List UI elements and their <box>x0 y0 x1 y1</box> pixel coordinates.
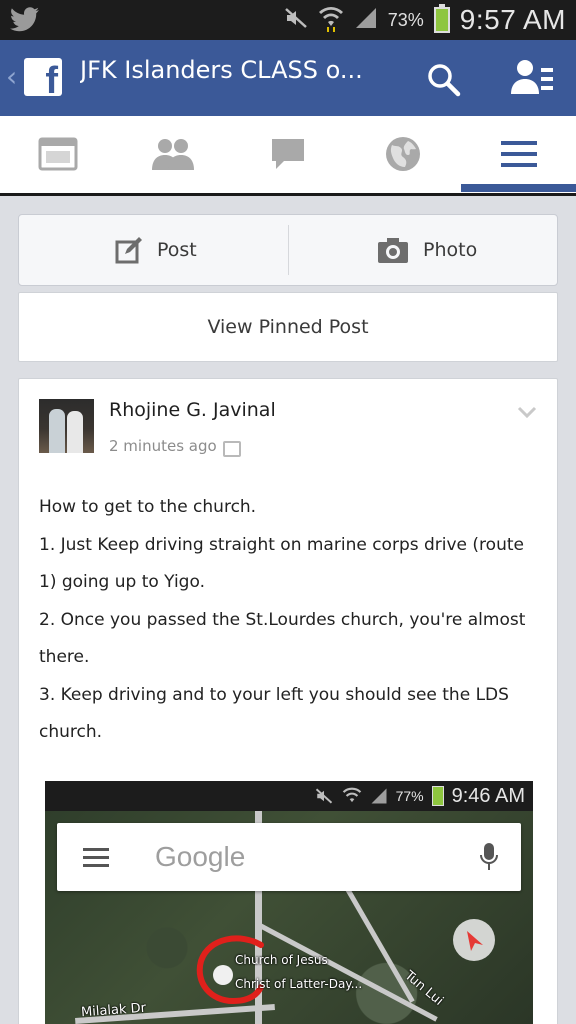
photo-button[interactable]: Photo <box>377 215 477 285</box>
post-line: How to get to the church. <box>39 497 257 517</box>
hamburger-menu-icon <box>83 848 109 867</box>
battery-icon <box>431 786 444 806</box>
post-line: 3. Keep driving and to your left you sho… <box>39 684 509 705</box>
post-line: 1) going up to Yigo. <box>39 572 205 592</box>
google-search-box[interactable]: Google <box>57 823 521 891</box>
group-title[interactable]: JFK Islanders CLASS o... <box>80 56 400 84</box>
search-icon <box>428 64 461 97</box>
photo-label: Photo <box>423 239 478 261</box>
author-name[interactable]: Rhojine G. Javinal <box>109 399 276 421</box>
tab-news-feed[interactable] <box>0 116 115 192</box>
tab-notifications[interactable] <box>345 116 460 192</box>
menu-icon <box>500 141 537 167</box>
back-chevron-icon[interactable]: ‹ <box>6 60 17 93</box>
signal-icon <box>354 6 378 34</box>
tab-more[interactable] <box>461 116 576 192</box>
post-line: 1. Just Keep driving straight on marine … <box>39 534 524 555</box>
chat-bubble-icon <box>271 139 304 169</box>
compass-button[interactable] <box>453 919 495 961</box>
friend-requests-button[interactable] <box>508 56 558 100</box>
post-card: Rhojine G. Javinal 2 minutes ago How to … <box>18 378 558 1024</box>
mute-icon <box>315 788 332 804</box>
app-bar: ‹ f JFK Islanders CLASS o... <box>0 40 576 116</box>
post-line: 2. Once you passed the St.Lourdes church… <box>39 609 526 630</box>
post-options-chevron-icon[interactable] <box>517 403 537 422</box>
wifi-icon <box>342 787 361 803</box>
signal-icon <box>371 788 387 804</box>
composer-divider <box>288 225 289 275</box>
post-line: there. <box>39 647 90 667</box>
search-placeholder: Google <box>155 841 246 872</box>
audience-icon <box>223 441 241 457</box>
church-pin-icon <box>213 965 233 985</box>
news-feed-icon <box>38 137 77 171</box>
status-bar: 73% 9:57 AM <box>0 0 576 40</box>
place-label: Church of Jesus <box>235 953 328 967</box>
avatar[interactable] <box>39 399 94 453</box>
embedded-battery-percent: 77% <box>395 788 424 804</box>
twitter-icon <box>10 7 40 37</box>
compass-icon <box>467 931 483 951</box>
active-tab-indicator <box>461 184 576 192</box>
attached-photo[interactable]: 77% 9:46 AM Google Church of Jesus Chris… <box>45 781 533 1024</box>
clock: 9:57 AM <box>459 4 566 35</box>
battery-icon <box>433 4 450 33</box>
friend-requests-icon <box>511 60 553 94</box>
view-pinned-post[interactable]: View Pinned Post <box>18 292 558 362</box>
post-line: church. <box>39 722 103 742</box>
embedded-clock: 9:46 AM <box>451 784 525 807</box>
compose-icon <box>115 237 142 264</box>
post-body: How to get to the church. 1. Just Keep d… <box>39 489 539 752</box>
post-button[interactable]: Post <box>115 215 197 285</box>
mute-icon <box>284 6 308 34</box>
facebook-logo[interactable]: f <box>24 58 62 100</box>
tab-friends[interactable] <box>115 116 230 192</box>
globe-icon <box>385 137 420 171</box>
tab-bar <box>0 116 576 196</box>
place-label: Christ of Latter-Day... <box>235 977 363 991</box>
composer: Post Photo <box>18 214 558 286</box>
wifi-icon <box>318 4 344 36</box>
post-label: Post <box>157 239 197 261</box>
pinned-label: View Pinned Post <box>207 316 369 338</box>
battery-percent: 73% <box>387 9 424 30</box>
tab-messages[interactable] <box>230 116 345 192</box>
post-timestamp[interactable]: 2 minutes ago <box>109 437 217 455</box>
search-button[interactable] <box>424 60 464 100</box>
embedded-status-bar: 77% 9:46 AM <box>45 781 533 811</box>
microphone-icon <box>480 843 498 870</box>
camera-icon <box>378 238 408 263</box>
friends-icon <box>151 139 194 170</box>
